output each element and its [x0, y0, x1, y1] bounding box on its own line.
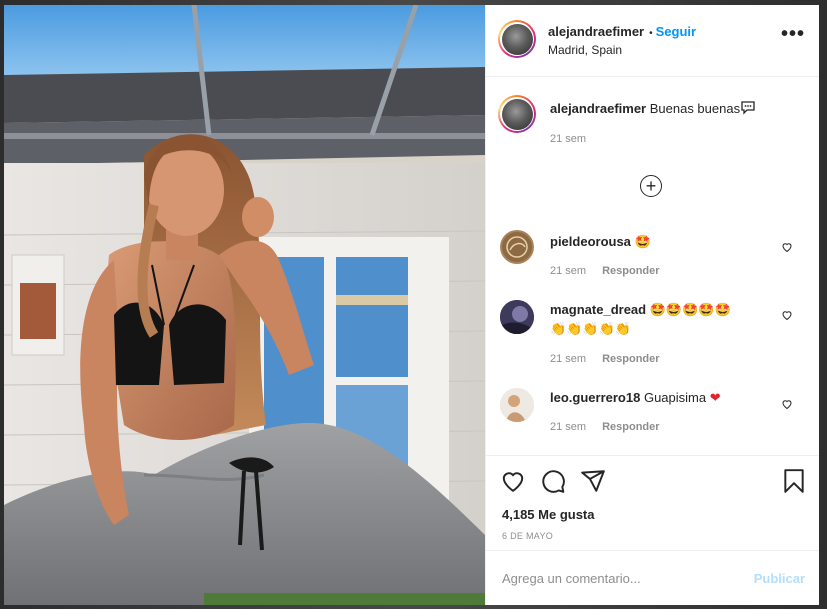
post-header: alejandraefimer • Seguir Madrid, Spain ••• [486, 5, 819, 77]
comments-list[interactable]: alejandraefimer Buenas buenas 21 sem + p… [486, 77, 819, 454]
post-photo-image [4, 5, 485, 605]
caption-text: Buenas buenas [649, 101, 741, 116]
post-sidebar: alejandraefimer • Seguir Madrid, Spain •••… [485, 5, 819, 605]
separator-dot: • [649, 28, 653, 39]
likes-count[interactable]: 4,185 Me gusta [502, 507, 595, 522]
commenter-username[interactable]: leo.guerrero18 [550, 390, 640, 405]
caption-text-row: alejandraefimer Buenas buenas [550, 101, 756, 116]
commenter-avatar[interactable] [500, 230, 534, 264]
like-comment-icon[interactable] [781, 398, 793, 410]
share-icon[interactable] [580, 468, 606, 494]
reply-button[interactable]: Responder [602, 421, 659, 433]
author-name-row: alejandraefimer • Seguir [548, 24, 696, 39]
commenter-username[interactable]: pieldeorousa [550, 234, 631, 249]
author-username[interactable]: alejandraefimer [548, 24, 644, 39]
commenter-username[interactable]: magnate_dread [550, 302, 646, 317]
post-photo[interactable] [4, 5, 485, 605]
like-comment-icon[interactable] [781, 309, 793, 321]
caption-username[interactable]: alejandraefimer [550, 101, 646, 116]
comment-time: 21 sem [550, 265, 587, 277]
comment-input[interactable]: Agrega un comentario... [502, 571, 641, 586]
post-modal: alejandraefimer • Seguir Madrid, Spain •••… [4, 5, 819, 605]
comment-time: 21 sem [550, 421, 587, 433]
load-more-comments-icon[interactable]: + [640, 175, 662, 197]
post-actions: 4,185 Me gusta 6 DE MAYO [486, 455, 819, 556]
add-comment-bar: Agrega un comentario... Publicar [486, 550, 819, 605]
star-struck-emoji: 🤩🤩🤩🤩🤩 [649, 302, 731, 317]
speech-bubble-emoji [741, 101, 755, 115]
comment-icon[interactable] [540, 468, 566, 494]
comment-text: pieldeorousa 🤩 [550, 232, 760, 251]
commenter-avatar[interactable] [500, 388, 534, 422]
comment-meta: 21 sem Responder [550, 353, 660, 365]
commenter-avatar[interactable] [500, 300, 534, 334]
bookmark-icon[interactable] [781, 468, 807, 494]
comment-text: leo.guerrero18 Guapisima ❤ [550, 388, 760, 407]
reply-button[interactable]: Responder [602, 265, 659, 277]
caption-avatar[interactable] [498, 95, 536, 133]
comment-time: 21 sem [550, 353, 587, 365]
publish-button[interactable]: Publicar [754, 571, 805, 586]
comment-text: magnate_dread 🤩🤩🤩🤩🤩 👏👏👏👏👏 [550, 300, 760, 338]
post-date: 6 DE MAYO [502, 531, 554, 541]
comment-meta: 21 sem Responder [550, 421, 660, 433]
follow-button[interactable]: Seguir [656, 24, 696, 39]
more-options-icon[interactable]: ••• [781, 24, 805, 44]
caption-time: 21 sem [550, 133, 587, 145]
comment-meta: 21 sem Responder [550, 265, 660, 277]
author-avatar[interactable] [498, 20, 536, 58]
clapping-hands-emoji: 👏👏👏👏👏 [550, 321, 631, 336]
reply-button[interactable]: Responder [602, 353, 659, 365]
star-struck-emoji: 🤩 [634, 234, 651, 249]
red-heart-emoji: ❤ [709, 390, 721, 405]
heart-icon[interactable] [500, 468, 526, 494]
like-comment-icon[interactable] [781, 241, 793, 253]
post-location[interactable]: Madrid, Spain [548, 43, 622, 57]
comment-body: Guapisima [643, 390, 707, 405]
